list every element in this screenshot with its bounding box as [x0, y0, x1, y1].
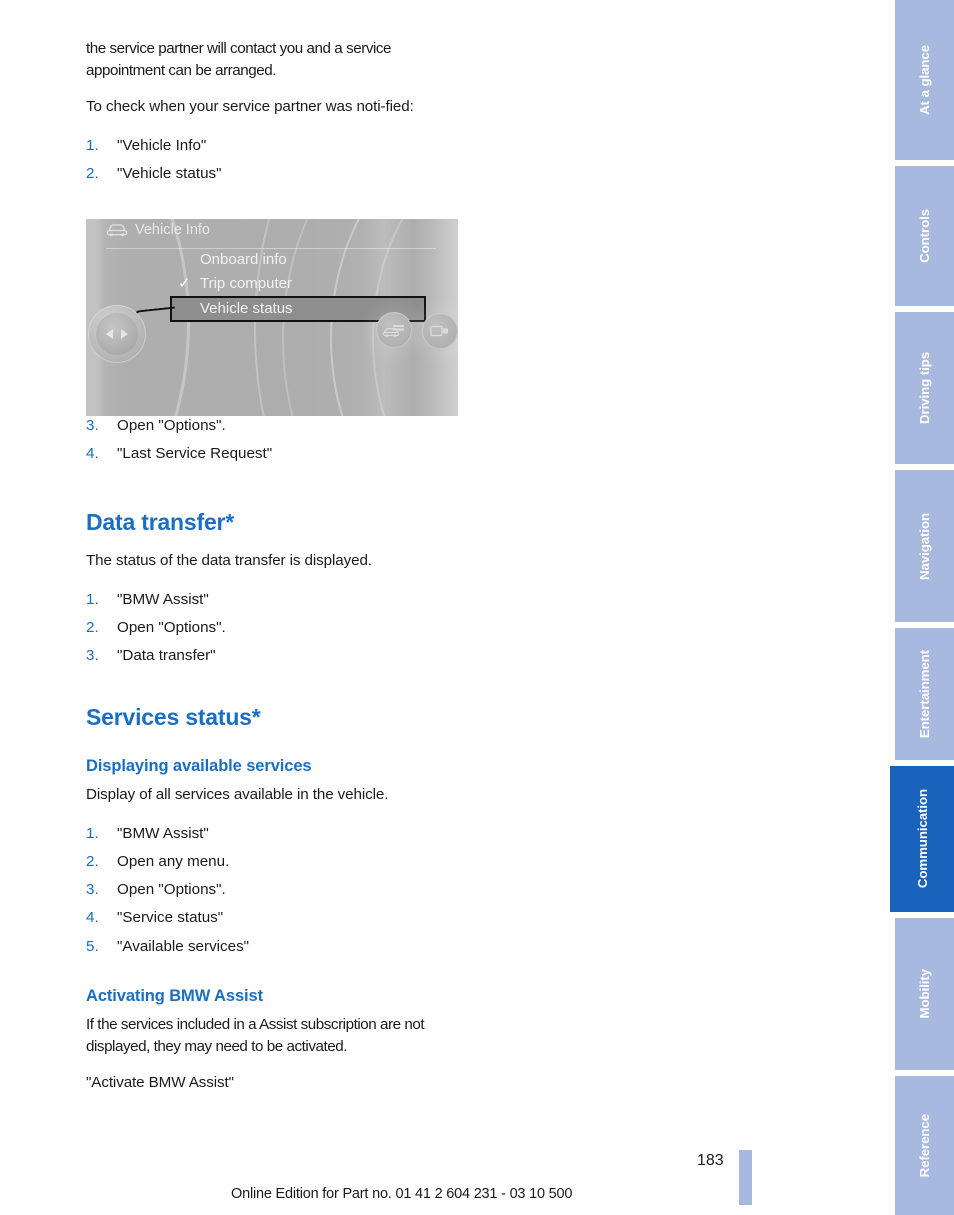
step-number: 2.	[86, 853, 99, 871]
menu-item-label: Onboard info	[200, 251, 287, 268]
step-number: 3.	[86, 646, 99, 664]
knob-inner	[96, 313, 138, 355]
step-number: 5.	[86, 937, 99, 955]
step-number: 1.	[86, 825, 99, 843]
footer-note: Online Edition for Part no. 01 41 2 604 …	[231, 1186, 573, 1202]
idrive-screenshot-figure: Vehicle Info Onboard info ✓ Trip compute…	[86, 219, 458, 416]
sidebar-item-at-a-glance[interactable]: At a glance	[895, 0, 954, 160]
sidebar-item-label: Entertainment	[917, 649, 932, 739]
menu-item-onboard-info[interactable]: Onboard info	[174, 248, 434, 272]
step-text: "BMW Assist"	[117, 825, 209, 843]
section-heading-services-status: Services status*	[86, 704, 261, 730]
intro-paragraph: the service partner will contact you and…	[86, 40, 392, 80]
menu-item-label: Trip computer	[200, 275, 292, 292]
page-marker-bar	[739, 1150, 752, 1205]
step-number: 4.	[86, 909, 99, 927]
step-text: "Service status"	[117, 909, 224, 927]
subheading-displaying-available-services: Displaying available services	[86, 757, 312, 775]
data-transfer-paragraph: The status of the data transfer is displ…	[86, 551, 372, 569]
step-text: Open "Options".	[117, 881, 226, 899]
arrow-left-icon	[106, 329, 113, 339]
sidebar-item-communication[interactable]: Communication	[890, 766, 954, 912]
menu-item-trip-computer[interactable]: ✓ Trip computer	[174, 272, 434, 296]
sidebar-item-mobility[interactable]: Mobility	[895, 918, 954, 1070]
step-text: Open "Options".	[117, 618, 226, 636]
list-item: 5. "Available services"	[86, 933, 466, 961]
idrive-controller-knob[interactable]	[88, 305, 146, 363]
activate-command: "Activate BMW Assist"	[86, 1073, 234, 1091]
menu-item-label: Vehicle status	[200, 300, 293, 317]
sidebar-item-label: Controls	[917, 209, 932, 263]
list-item: 3. Open "Options".	[86, 412, 466, 440]
step-number: 1.	[86, 590, 99, 608]
display-toggle-icon	[430, 325, 448, 337]
list-item: 3. Open "Options".	[86, 876, 466, 904]
figure-header-title: Vehicle Info	[135, 222, 210, 238]
step-number: 3.	[86, 881, 99, 899]
steps-after-figure: 3. Open "Options". 4. "Last Service Requ…	[86, 412, 466, 468]
sidebar-item-label: Navigation	[917, 512, 932, 580]
vehicle-view-icon	[383, 324, 404, 337]
step-text: "Vehicle status"	[117, 165, 222, 183]
sidebar-item-label: Mobility	[917, 969, 932, 1019]
list-item: 3. "Data transfer"	[86, 642, 466, 670]
step-text: "Data transfer"	[117, 646, 216, 664]
steps-before-figure: 1. "Vehicle Info" 2. "Vehicle status"	[86, 132, 466, 188]
figure-background: Vehicle Info Onboard info ✓ Trip compute…	[86, 219, 458, 416]
sidebar-item-controls[interactable]: Controls	[895, 166, 954, 306]
sidebar-item-navigation[interactable]: Navigation	[895, 470, 954, 622]
sidebar-item-label: Communication	[914, 789, 930, 889]
step-text: Open "Options".	[117, 417, 226, 435]
step-text: Open any menu.	[117, 853, 230, 871]
data-transfer-steps: 1. "BMW Assist" 2. Open "Options". 3. "D…	[86, 586, 466, 670]
vehicle-view-button[interactable]	[376, 312, 412, 348]
step-number: 2.	[86, 618, 99, 636]
list-item: 1. "BMW Assist"	[86, 586, 466, 614]
step-text: "BMW Assist"	[117, 590, 209, 608]
list-item: 2. Open "Options".	[86, 614, 466, 642]
list-item: 2. "Vehicle status"	[86, 160, 466, 188]
list-item: 1. "Vehicle Info"	[86, 132, 466, 160]
step-text: "Vehicle Info"	[117, 137, 207, 155]
display-toggle-button[interactable]	[422, 313, 458, 349]
car-icon	[106, 224, 128, 237]
sidebar-item-reference[interactable]: Reference	[895, 1076, 954, 1215]
check-paragraph: To check when your service partner was n…	[86, 98, 414, 116]
step-text: "Last Service Request"	[117, 445, 273, 463]
section-heading-data-transfer: Data transfer*	[86, 508, 235, 535]
step-number: 3.	[86, 417, 99, 435]
manual-page: the service partner will contact you and…	[0, 0, 954, 1215]
step-text: "Available services"	[117, 937, 250, 955]
step-number: 2.	[86, 165, 99, 183]
list-item: 4. "Service status"	[86, 904, 466, 932]
figure-header: Vehicle Info	[106, 222, 436, 249]
list-item: 2. Open any menu.	[86, 848, 466, 876]
content-column: the service partner will contact you and…	[86, 38, 466, 1108]
sidebar-item-driving-tips[interactable]: Driving tips	[895, 312, 954, 464]
list-item: 4. "Last Service Request"	[86, 440, 466, 468]
list-item: 1. "BMW Assist"	[86, 820, 466, 848]
sidebar-item-label: Reference	[917, 1113, 932, 1178]
sidebar-tabs: At a glance Controls Driving tips Naviga…	[890, 0, 954, 1215]
page-number: 183	[697, 1152, 724, 1169]
step-number: 4.	[86, 445, 99, 463]
check-icon: ✓	[178, 275, 191, 292]
step-number: 1.	[86, 137, 99, 155]
activating-paragraph: If the services included in a Assist sub…	[86, 1015, 425, 1055]
available-services-steps: 1. "BMW Assist" 2. Open any menu. 3. Ope…	[86, 820, 466, 961]
sidebar-item-label: Driving tips	[917, 352, 932, 424]
subheading-activating-bmw-assist: Activating BMW Assist	[86, 986, 263, 1005]
arrow-right-icon	[121, 329, 128, 339]
sidebar-item-label: At a glance	[917, 45, 932, 115]
sidebar-item-entertainment[interactable]: Entertainment	[895, 628, 954, 760]
displaying-services-paragraph: Display of all services available in the…	[86, 786, 389, 803]
